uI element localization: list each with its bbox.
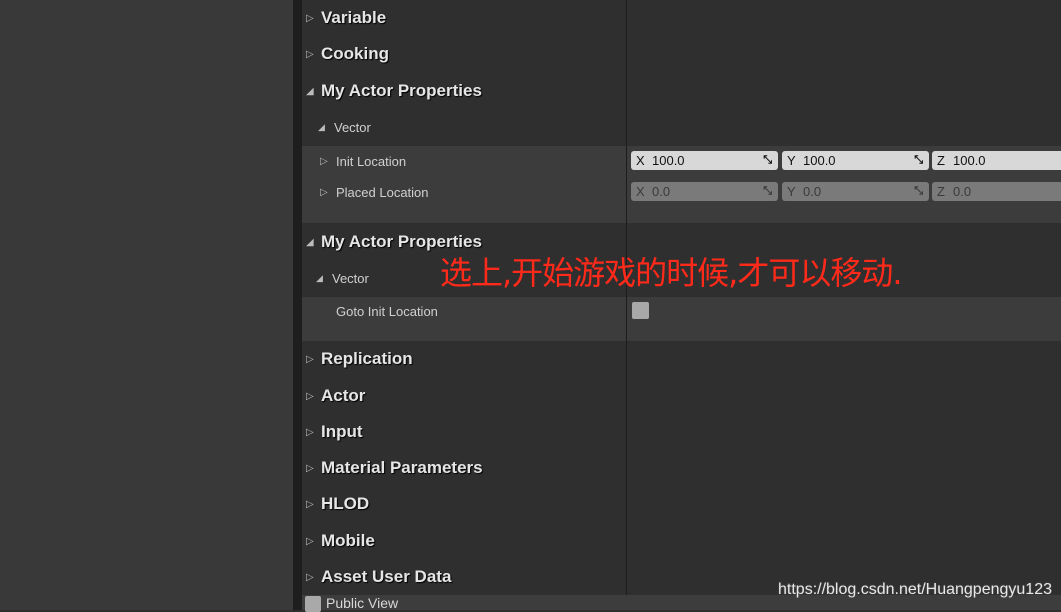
label: Actor xyxy=(321,386,366,405)
label: Input xyxy=(321,422,363,441)
category-input[interactable]: ▷ Input xyxy=(306,417,363,447)
label: Init Location xyxy=(336,153,407,169)
collapse-arrow-icon: ◢ xyxy=(318,121,325,132)
label: X xyxy=(636,153,645,168)
label: 0.0 xyxy=(652,184,671,199)
drag-arrows-icon: ⤡ xyxy=(763,185,772,197)
label: Vector xyxy=(332,270,369,286)
label: Z xyxy=(937,153,945,168)
subcategory-vector[interactable]: ◢ Vector xyxy=(318,115,371,139)
drag-arrows-icon[interactable]: ⤡ xyxy=(914,154,923,167)
watermark: https://blog.csdn.net/Huangpengyu123 xyxy=(778,581,1052,598)
collapse-arrow-icon: ◢ xyxy=(316,272,323,283)
label: 0.0 xyxy=(803,184,822,199)
expand-arrow-icon: ▷ xyxy=(306,535,314,547)
prop-goto-init-location: Goto Init Location xyxy=(336,300,438,322)
drag-arrows-icon: ⤡ xyxy=(914,185,923,197)
category-actor[interactable]: ▷ Actor xyxy=(306,381,365,411)
drag-arrows-icon[interactable]: ⤡ xyxy=(763,154,772,167)
annotation-text: 选上,开始游戏的时候,才可以移动. xyxy=(440,254,903,292)
label: My Actor Properties xyxy=(321,81,482,100)
label: 100.0 xyxy=(953,153,986,168)
collapse-arrow-icon: ◢ xyxy=(306,236,314,248)
label: Goto Init Location xyxy=(336,303,438,319)
prop-placed-location[interactable]: ▷ Placed Location xyxy=(320,181,429,203)
category-cooking[interactable]: ▷ Cooking xyxy=(306,39,389,69)
expand-arrow-icon: ▷ xyxy=(306,498,314,510)
label: HLOD xyxy=(321,494,370,513)
placed-z-field[interactable]: Z 0.0 xyxy=(932,182,1061,201)
label: Asset User Data xyxy=(321,567,452,586)
label: Z xyxy=(937,184,945,199)
placed-y-field[interactable]: Y 0.0 ⤡ xyxy=(782,182,929,201)
label: Cooking xyxy=(321,44,389,63)
expand-arrow-icon: ▷ xyxy=(320,186,328,198)
expand-arrow-icon: ▷ xyxy=(320,155,328,167)
expand-arrow-icon: ▷ xyxy=(306,426,314,438)
category-variable[interactable]: ▷ Variable xyxy=(306,3,386,33)
column-divider[interactable] xyxy=(626,0,627,595)
label: Replication xyxy=(321,349,413,368)
init-y-field[interactable]: Y 100.0 ⤡ xyxy=(782,151,929,170)
placed-x-field[interactable]: X 0.0 ⤡ xyxy=(631,182,778,201)
collapse-arrow-icon: ◢ xyxy=(306,85,314,97)
init-x-field[interactable]: X 100.0 ⤡ xyxy=(631,151,778,170)
label: Vector xyxy=(334,119,371,135)
category-material-parameters[interactable]: ▷ Material Parameters xyxy=(306,453,483,483)
init-z-field[interactable]: Z 100.0 xyxy=(932,151,1061,170)
expand-arrow-icon: ▷ xyxy=(306,571,314,583)
label: 100.0 xyxy=(652,153,685,168)
label: X xyxy=(636,184,645,199)
expand-arrow-icon: ▷ xyxy=(306,353,314,365)
category-my-actor-properties[interactable]: ◢ My Actor Properties xyxy=(306,76,482,106)
label: Y xyxy=(787,184,796,199)
splitter[interactable] xyxy=(293,0,302,610)
public-view-label: Public View xyxy=(326,595,399,611)
goto-init-location-checkbox[interactable] xyxy=(632,302,649,319)
left-panel xyxy=(0,0,293,610)
label: Y xyxy=(787,153,796,168)
category-hlod[interactable]: ▷ HLOD xyxy=(306,489,369,519)
expand-arrow-icon: ▷ xyxy=(306,390,314,402)
label: 0.0 xyxy=(953,184,972,199)
label: Mobile xyxy=(321,531,375,550)
expand-arrow-icon: ▷ xyxy=(306,12,314,24)
label: Placed Location xyxy=(336,184,429,200)
expand-arrow-icon: ▷ xyxy=(306,462,314,474)
label: 100.0 xyxy=(803,153,836,168)
prop-init-location[interactable]: ▷ Init Location xyxy=(320,150,406,172)
label: Material Parameters xyxy=(321,458,483,477)
category-mobile[interactable]: ▷ Mobile xyxy=(306,526,375,556)
label: Variable xyxy=(321,8,387,27)
category-asset-user-data[interactable]: ▷ Asset User Data xyxy=(306,562,451,592)
category-replication[interactable]: ▷ Replication xyxy=(306,344,413,374)
subcategory-vector-2[interactable]: ◢ Vector xyxy=(316,266,369,290)
expand-arrow-icon: ▷ xyxy=(306,48,314,60)
